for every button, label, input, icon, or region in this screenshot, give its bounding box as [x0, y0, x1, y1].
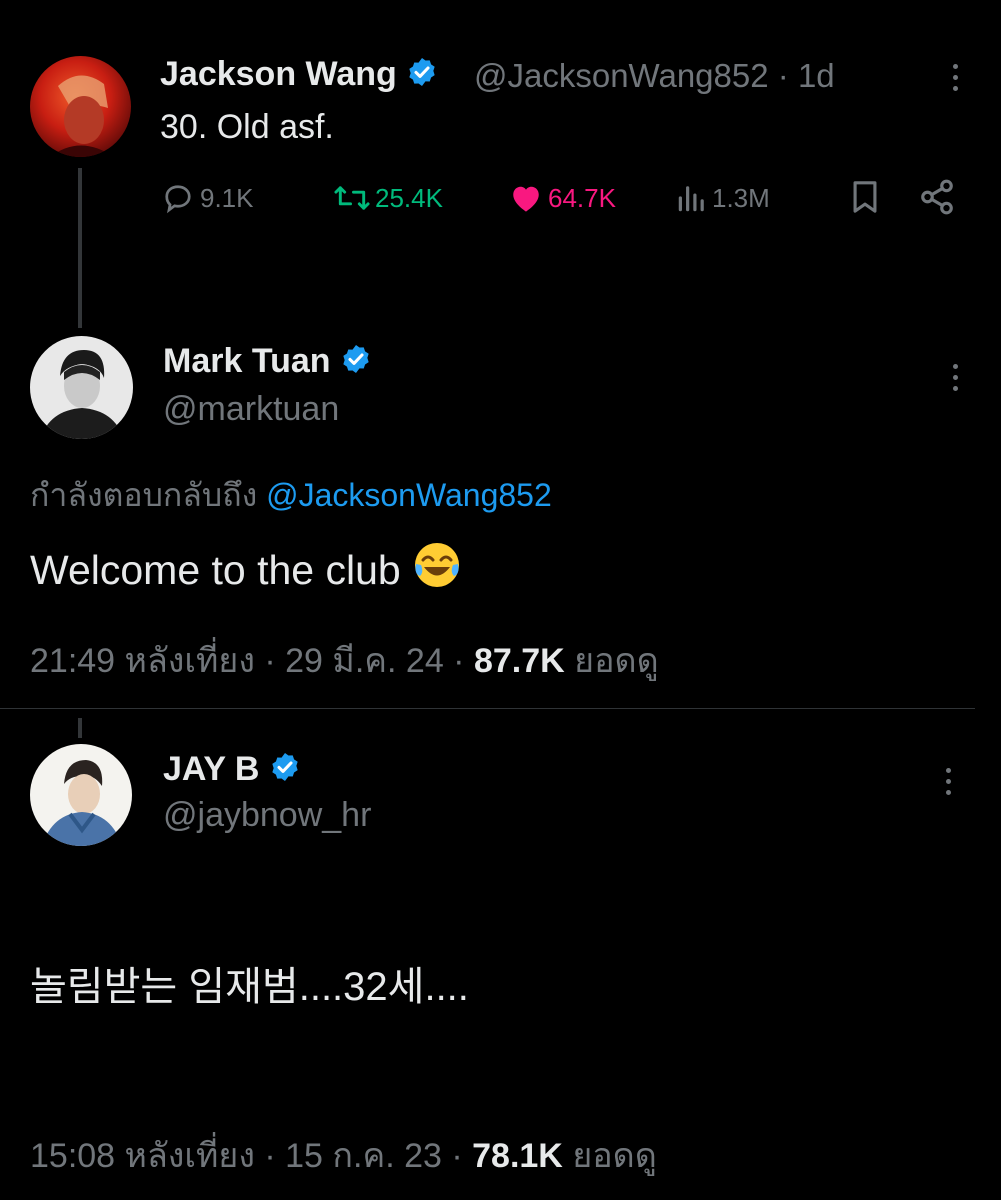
tweet-timestamp: 15:08 หลังเที่ยง · 15 ก.ค. 23 · 78.1K ยอ…	[30, 1137, 657, 1175]
thread-line	[78, 718, 82, 738]
more-options-icon[interactable]	[943, 768, 953, 795]
views-icon	[678, 186, 704, 212]
retweet-count: 25.4K	[375, 182, 443, 213]
bookmark-button[interactable]	[848, 178, 882, 216]
like-count: 64.7K	[548, 182, 616, 213]
avatar-mark[interactable]	[30, 336, 133, 439]
tweet-time: 1d	[797, 57, 835, 94]
tweet-text: 30. Old asf.	[160, 108, 334, 146]
tweet-text: Welcome to the club	[30, 540, 462, 600]
like-button[interactable]: 64.7K	[508, 180, 616, 216]
laughing-emoji-icon	[412, 540, 462, 600]
share-icon	[921, 179, 953, 215]
avatar-jayb[interactable]	[30, 744, 132, 846]
bookmark-icon	[853, 181, 877, 213]
more-options-icon[interactable]	[950, 364, 960, 391]
verified-badge-icon	[406, 56, 438, 97]
views-button[interactable]: 1.3M	[676, 180, 770, 216]
views-count: 87.7K	[473, 642, 565, 680]
like-icon	[513, 186, 539, 212]
retweet-button[interactable]: 25.4K	[333, 180, 443, 216]
author-handle[interactable]: @marktuan	[163, 390, 339, 429]
author-handle[interactable]: @JacksonWang852 · 1d	[474, 57, 835, 95]
retweet-icon	[334, 186, 370, 210]
author-name[interactable]: JAY B	[163, 750, 301, 792]
more-options-icon[interactable]	[950, 64, 960, 91]
avatar-jackson[interactable]	[30, 56, 131, 157]
reply-icon	[165, 185, 191, 214]
replying-to: กำลังตอบกลับถึง @JacksonWang852	[30, 477, 552, 513]
reply-button[interactable]: 9.1K	[160, 180, 254, 216]
thread-line	[78, 168, 82, 328]
author-name[interactable]: Jackson Wang	[160, 55, 438, 97]
tweet-timestamp: 21:49 หลังเที่ยง · 29 มี.ค. 24 · 87.7K ย…	[30, 642, 659, 680]
reply-to-link[interactable]: @JacksonWang852	[266, 477, 552, 513]
author-name[interactable]: Mark Tuan	[163, 342, 372, 384]
verified-badge-icon	[269, 751, 301, 792]
views-count: 1.3M	[712, 182, 770, 213]
share-button[interactable]	[918, 178, 956, 216]
tweet-text: 놀림받는 임재범....32세....	[30, 965, 469, 1009]
views-count: 78.1K	[472, 1137, 563, 1175]
reply-count: 9.1K	[200, 182, 254, 213]
author-handle[interactable]: @jaybnow_hr	[163, 796, 371, 835]
divider	[0, 708, 975, 709]
verified-badge-icon	[340, 343, 372, 384]
